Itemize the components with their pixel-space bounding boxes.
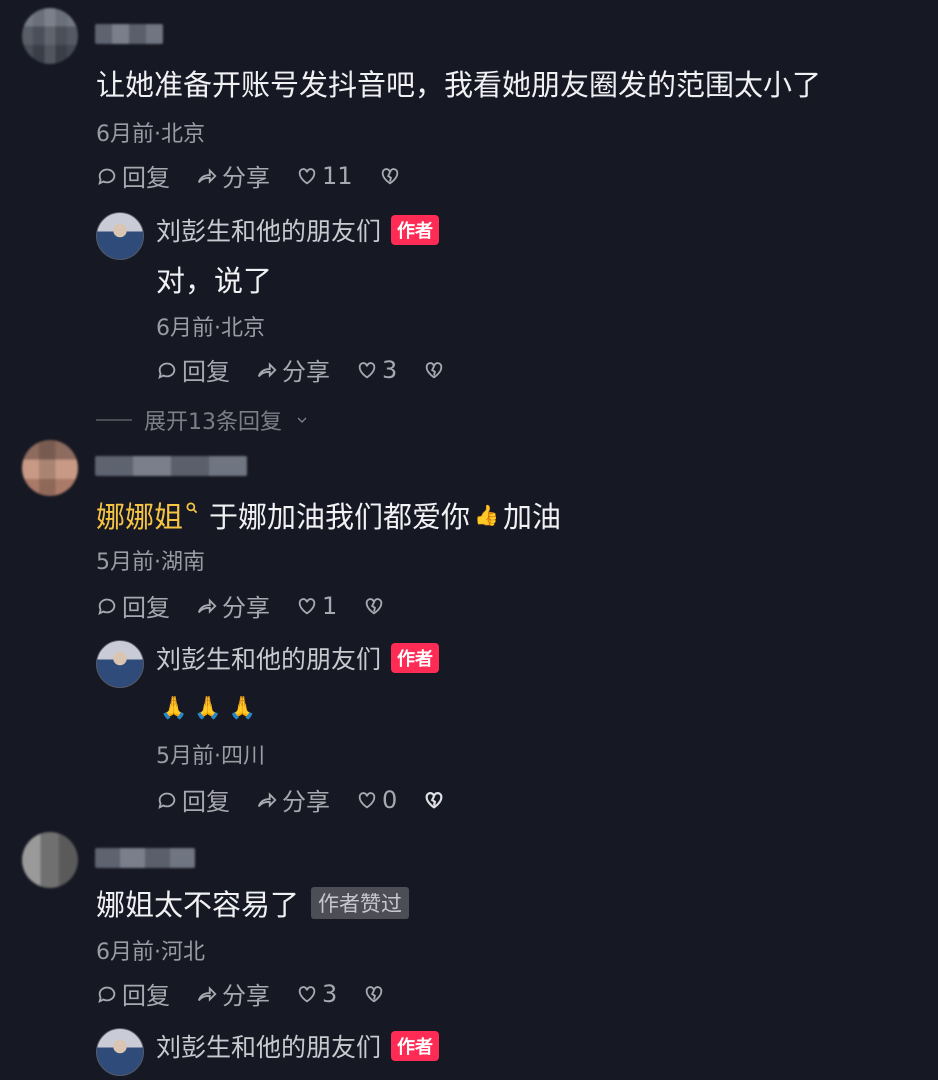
dislike-button[interactable] [379,165,401,187]
share-label: 分享 [222,164,270,192]
comment-actions: 回复 分享 11 [96,158,401,193]
search-icon [186,502,198,514]
comment-text-suffix: 加油 [502,500,561,534]
author-reply-text: 对，说了 [156,264,273,298]
author-reply-header: 刘彭生和他的朋友们 作者 [156,1028,440,1064]
commenter-name[interactable] [95,24,163,44]
like-count: 11 [322,161,353,190]
share-label: 分享 [222,594,270,622]
author-reply-header: 刘彭生和他的朋友们 作者 [156,212,440,248]
heart-icon [358,361,376,378]
commenter-avatar[interactable] [22,440,78,496]
author-liked-badge: 作者赞过 [311,887,410,919]
comment-text-row: 娜姐太不容易了 作者赞过 [96,882,410,924]
share-button[interactable]: 分享 [196,158,270,193]
comment-text: 于娜加油我们都爱你 [209,500,471,534]
reply-label: 回复 [122,164,170,192]
author-badge: 作者 [391,215,440,245]
reply-label: 回复 [182,358,230,386]
comment-bubble-icon [98,168,116,185]
comment-text: 娜姐太不容易了 [96,888,300,922]
like-count: 1 [322,591,338,620]
dislike-button[interactable] [363,983,385,1005]
reply-button[interactable]: 回复 [156,782,230,817]
author-name[interactable]: 刘彭生和他的朋友们 [156,212,381,248]
author-avatar[interactable] [96,212,144,260]
author-reply-actions: 回复 分享 3 [156,352,445,387]
author-reply-header: 刘彭生和他的朋友们 作者 [156,640,440,676]
reply-label: 回复 [122,594,170,622]
author-badge: 作者 [391,1031,440,1061]
divider [96,419,132,421]
dislike-button[interactable] [423,359,445,381]
like-button[interactable]: 3 [356,356,397,384]
dislike-heart-icon [426,361,443,378]
heart-icon [298,597,316,614]
comment-text: 让她准备开账号发抖音吧，我看她朋友圈发的范围太小了 [96,68,822,102]
like-button[interactable]: 0 [356,786,397,814]
author-reply-meta: 6月前·北京 [156,316,265,341]
like-button[interactable]: 11 [296,162,353,190]
mention-link[interactable]: 娜娜姐 [96,494,183,536]
dislike-heart-icon [366,985,383,1002]
dislike-heart-icon [425,791,443,809]
share-button[interactable]: 分享 [196,976,270,1011]
author-avatar[interactable] [96,640,144,688]
comment-bubble-icon [98,598,116,615]
comment-meta: 6月前·北京 [96,122,205,147]
dislike-heart-icon [366,597,383,614]
share-arrow-icon [197,597,217,614]
reply-label: 回复 [182,788,230,816]
share-button[interactable]: 分享 [256,782,330,817]
share-label: 分享 [222,982,270,1010]
author-name[interactable]: 刘彭生和他的朋友们 [156,640,381,676]
comment-meta: 6月前·河北 [96,940,205,965]
heart-icon [298,985,316,1002]
expand-replies-button[interactable]: 展开13条回复 [96,404,310,436]
reply-button[interactable]: 回复 [156,352,230,387]
comment-bubble-icon [158,792,176,809]
share-label: 分享 [282,788,330,816]
thumbs-up-emoji: 👍 [474,503,499,527]
dislike-button[interactable] [363,595,385,617]
author-avatar[interactable] [96,1028,144,1076]
commenter-name[interactable] [95,456,247,476]
share-arrow-icon [197,167,217,184]
like-count: 0 [382,785,398,814]
comment-meta: 5月前·湖南 [96,550,205,575]
share-button[interactable]: 分享 [196,588,270,623]
expand-replies-label: 展开13条回复 [144,410,282,435]
reply-button[interactable]: 回复 [96,158,170,193]
author-name[interactable]: 刘彭生和他的朋友们 [156,1028,381,1064]
commenter-avatar[interactable] [22,8,78,64]
chevron-down-icon [297,417,307,423]
like-button[interactable]: 3 [296,980,337,1008]
reply-button[interactable]: 回复 [96,588,170,623]
comment-text-row: 娜娜姐 于娜加油我们都爱你 👍 加油 [96,494,561,536]
dislike-button[interactable] [423,789,445,811]
like-count: 3 [382,355,398,384]
comment-actions: 回复 分享 3 [96,976,385,1011]
heart-icon [298,167,316,184]
commenter-name[interactable] [95,848,195,868]
author-badge: 作者 [391,643,440,673]
share-arrow-icon [257,361,277,378]
dislike-heart-icon [381,167,398,184]
comment-bubble-icon [158,362,176,379]
commenter-avatar[interactable] [22,832,78,888]
share-button[interactable]: 分享 [256,352,330,387]
author-reply-actions: 回复 分享 0 [156,782,445,817]
like-button[interactable]: 1 [296,592,337,620]
reply-button[interactable]: 回复 [96,976,170,1011]
heart-icon [358,791,376,808]
comment-actions: 回复 分享 1 [96,588,385,623]
reply-label: 回复 [122,982,170,1010]
like-count: 3 [322,979,338,1008]
author-reply-meta: 5月前·四川 [156,744,265,769]
share-arrow-icon [197,985,217,1002]
author-reply-text: 🙏 🙏 🙏 [160,696,257,721]
comment-bubble-icon [98,986,116,1003]
share-label: 分享 [282,358,330,386]
share-arrow-icon [257,791,277,808]
